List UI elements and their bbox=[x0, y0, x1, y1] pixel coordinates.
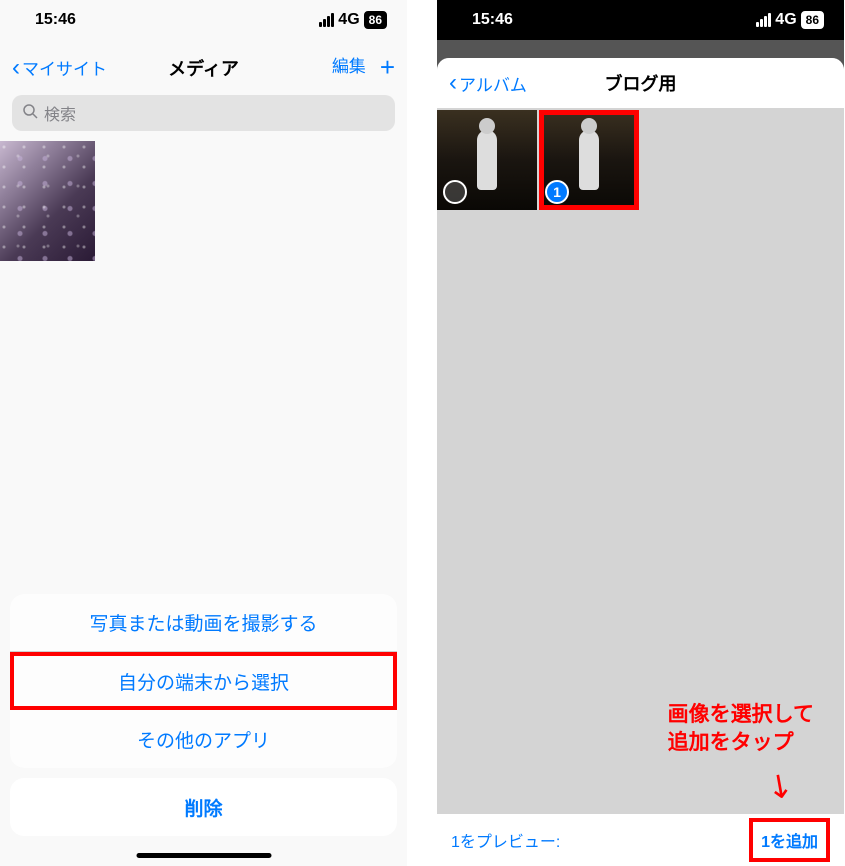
selection-badge: 1 bbox=[545, 180, 569, 204]
network-label: 4G bbox=[775, 11, 796, 29]
annotation-text: 画像を選択して 追加をタップ bbox=[668, 701, 814, 756]
status-bar: 15:46 4G 86 bbox=[437, 0, 844, 40]
page-title: ブログ用 bbox=[605, 70, 677, 96]
phone-screen-right: 15:46 4G 86 ‹ アルバム ブログ用 1 bbox=[437, 0, 844, 866]
chevron-left-icon: ‹ bbox=[449, 69, 457, 97]
edit-button[interactable]: 編集 bbox=[332, 52, 366, 83]
action-group: 写真または動画を撮影する 自分の端末から選択 その他のアプリ bbox=[10, 594, 397, 768]
nav-actions: 編集 + bbox=[332, 52, 395, 83]
signal-icon bbox=[319, 13, 334, 27]
phone-screen-left: 15:46 4G 86 ‹ マイサイト メディア 編集 + 検索 写真または動画… bbox=[0, 0, 407, 866]
status-bar: 15:46 4G 86 bbox=[0, 0, 407, 40]
bottom-toolbar: 1をプレビュー: 1を追加 bbox=[437, 814, 844, 866]
action-delete[interactable]: 削除 bbox=[10, 778, 397, 836]
status-indicators: 4G 86 bbox=[319, 11, 387, 29]
action-capture[interactable]: 写真または動画を撮影する bbox=[10, 594, 397, 652]
battery-icon: 86 bbox=[801, 11, 824, 29]
page-title: メディア bbox=[168, 55, 239, 81]
signal-icon bbox=[756, 13, 771, 27]
status-indicators: 4G 86 bbox=[756, 11, 824, 29]
photo-picker-sheet: ‹ アルバム ブログ用 1 画像を選択して 追加をタップ ↘ 1をプレビュー: … bbox=[437, 58, 844, 866]
media-thumbnail[interactable] bbox=[0, 141, 95, 261]
back-button[interactable]: ‹ マイサイト bbox=[12, 54, 107, 82]
preview-button[interactable]: 1をプレビュー: bbox=[451, 828, 560, 852]
search-input[interactable]: 検索 bbox=[12, 95, 395, 131]
add-selected-button[interactable]: 1を追加 bbox=[749, 818, 830, 862]
action-choose-device[interactable]: 自分の端末から選択 bbox=[10, 652, 397, 710]
network-label: 4G bbox=[338, 11, 359, 29]
media-grid bbox=[0, 141, 407, 261]
add-button[interactable]: + bbox=[380, 52, 395, 83]
photo-thumbnail[interactable] bbox=[437, 110, 537, 210]
photo-grid: 1 bbox=[437, 108, 844, 210]
home-indicator[interactable] bbox=[136, 853, 271, 858]
back-label: アルバム bbox=[459, 71, 527, 96]
search-placeholder: 検索 bbox=[44, 101, 76, 125]
annotation-arrow-icon: ↘ bbox=[759, 762, 803, 809]
nav-bar: ‹ アルバム ブログ用 bbox=[437, 58, 844, 108]
action-sheet: 写真または動画を撮影する 自分の端末から選択 その他のアプリ 削除 bbox=[0, 594, 407, 866]
photo-thumbnail-selected[interactable]: 1 bbox=[539, 110, 639, 210]
back-label: マイサイト bbox=[22, 55, 107, 80]
status-time: 15:46 bbox=[35, 11, 76, 29]
status-time: 15:46 bbox=[472, 11, 513, 29]
nav-bar: ‹ マイサイト メディア 編集 + bbox=[0, 40, 407, 95]
back-button[interactable]: ‹ アルバム bbox=[449, 69, 527, 97]
selection-indicator bbox=[443, 180, 467, 204]
chevron-left-icon: ‹ bbox=[12, 54, 20, 82]
battery-icon: 86 bbox=[364, 11, 387, 29]
search-icon bbox=[22, 103, 38, 124]
action-other-apps[interactable]: その他のアプリ bbox=[10, 710, 397, 768]
